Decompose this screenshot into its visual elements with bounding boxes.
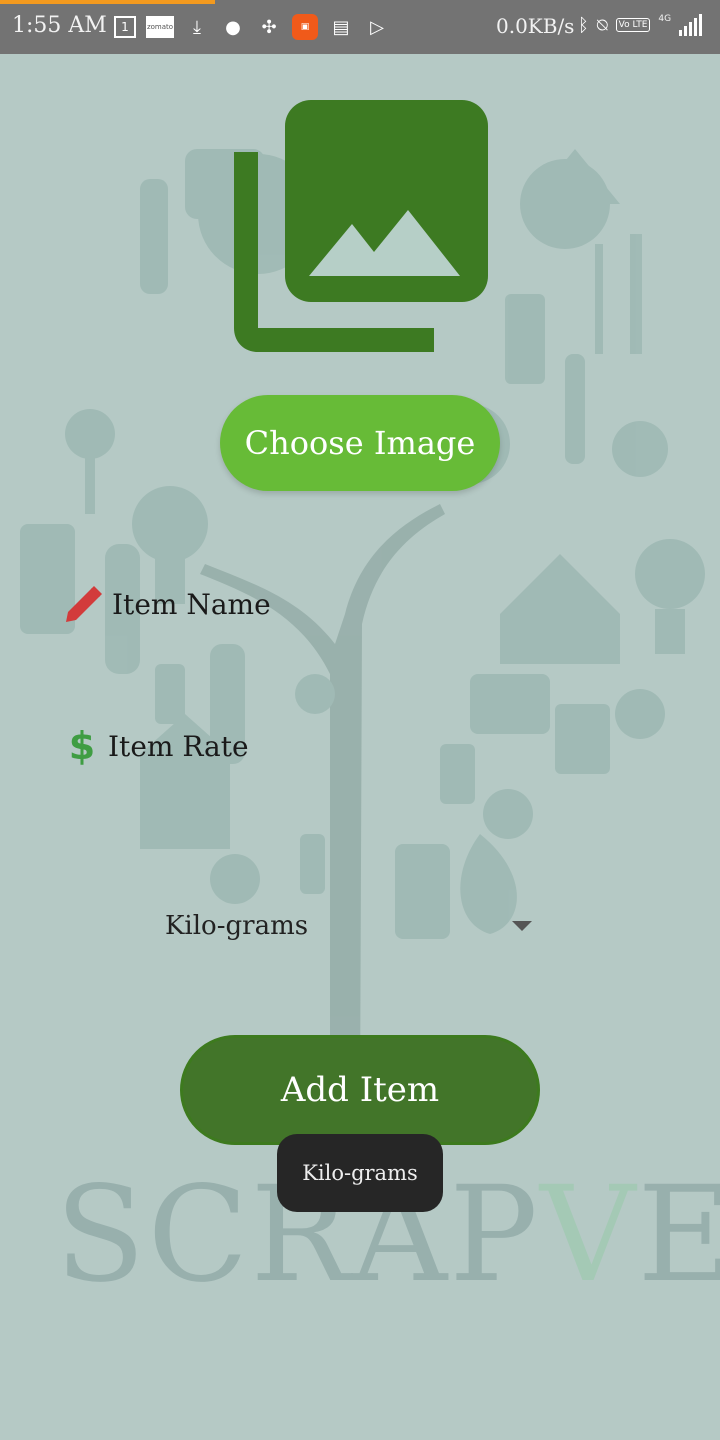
item-rate-input[interactable]: Item Rate	[108, 730, 249, 763]
pencil-icon	[66, 586, 102, 622]
status-bar: 1:55 AM 1 zomato ⤓ ● ✣ ▣ ▤ ▷ 0.0KB/s ᛒ ⍉…	[0, 0, 720, 54]
calendar-1-icon: 1	[114, 16, 136, 38]
app-orange-icon: ▣	[292, 14, 318, 40]
zomato-icon: zomato	[146, 16, 174, 38]
swiggy-icon: ●	[225, 16, 241, 38]
item-name-input[interactable]: Item Name	[112, 588, 271, 621]
watermark-part-3: END	[637, 1158, 720, 1312]
download-icon: ⤓	[193, 16, 201, 38]
add-item-screen: 1:55 AM 1 zomato ⤓ ● ✣ ▣ ▤ ▷ 0.0KB/s ᛒ ⍉…	[0, 0, 720, 1440]
alarm-off-icon: ⍉	[596, 14, 608, 36]
add-item-button[interactable]: Add Item	[180, 1035, 540, 1145]
calendar-icon: ▤	[332, 16, 350, 38]
pinwheel-icon: ✣	[261, 16, 277, 38]
notification-icons: 1 zomato ⤓ ● ✣ ▣ ▤ ▷	[114, 14, 390, 40]
dropdown-arrow-icon	[512, 921, 532, 931]
toast-message: Kilo-grams	[277, 1134, 443, 1212]
item-rate-field[interactable]: $ Item Rate	[64, 724, 249, 768]
status-time: 1:55 AM	[12, 13, 107, 38]
signal-icon	[679, 14, 703, 36]
network-speed: 0.0KB/s	[496, 14, 575, 38]
volte-icon: Vo LTE	[615, 18, 651, 32]
play-store-icon: ▷	[370, 16, 384, 38]
bluetooth-icon: ᛒ	[578, 14, 589, 36]
system-icons: ᛒ ⍉ Vo LTE 4G	[578, 14, 703, 36]
status-progress-bar	[0, 0, 215, 4]
network-type: 4G	[658, 14, 672, 24]
unit-dropdown-value: Kilo-grams	[165, 911, 309, 941]
dollar-icon: $	[68, 724, 96, 768]
unit-dropdown[interactable]: Kilo-grams	[150, 900, 540, 952]
image-placeholder-icon[interactable]	[234, 100, 488, 354]
item-name-field[interactable]: Item Name	[64, 584, 271, 624]
watermark-part-2: V	[539, 1158, 638, 1312]
choose-image-button[interactable]: Choose Image	[220, 395, 500, 491]
